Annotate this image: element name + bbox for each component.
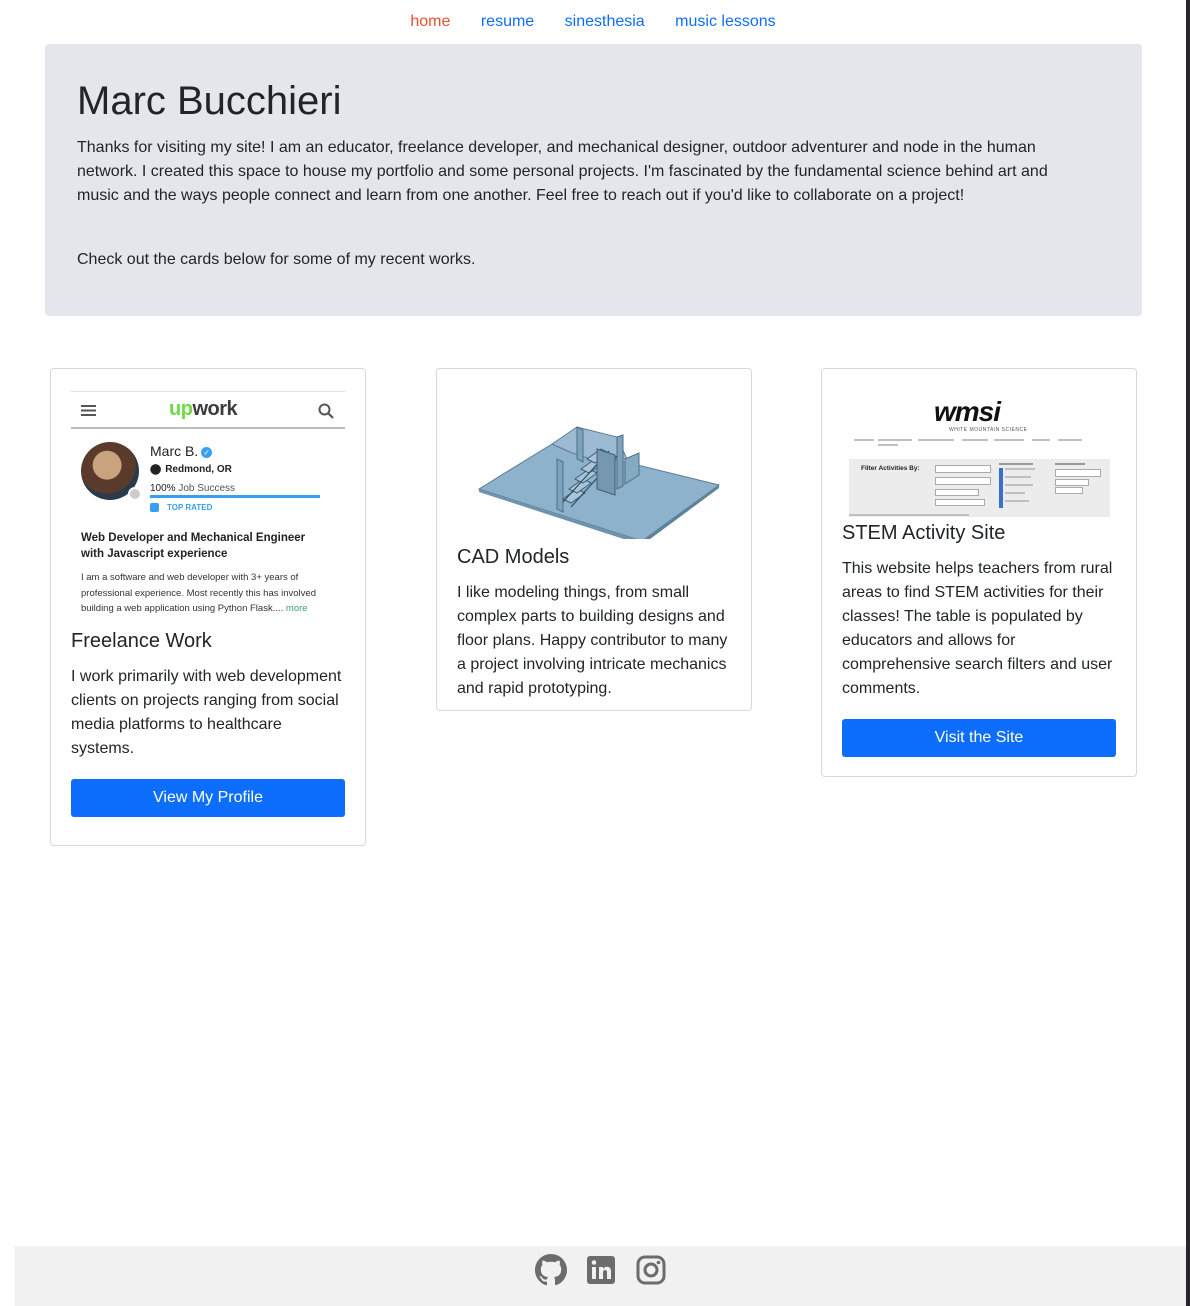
wmsi-filter-panel: Filter Activities By: <box>849 459 1110 517</box>
instagram-icon[interactable] <box>635 1254 667 1286</box>
upwork-headline: Web Developer and Mechanical Engineer wi… <box>81 532 306 560</box>
menu-icon <box>81 405 96 416</box>
linkedin-icon[interactable] <box>585 1254 617 1286</box>
card-title: STEM Activity Site <box>842 522 1006 544</box>
card-text: I work primarily with web development cl… <box>71 668 342 757</box>
badge-icon <box>150 503 159 513</box>
visit-site-button[interactable]: Visit the Site <box>842 719 1116 757</box>
upwork-logo: upwork <box>169 398 238 420</box>
hero-section: Marc Bucchieri Thanks for visiting my si… <box>45 44 1142 316</box>
verified-icon: ✓ <box>201 446 213 458</box>
wmsi-subtitle: WHITE MOUNTAIN SCIENCE <box>949 427 1028 433</box>
card-title: CAD Models <box>457 546 570 568</box>
card-cad-models: CAD Models I like modeling things, from … <box>436 368 752 711</box>
card-title: Freelance Work <box>71 630 212 652</box>
search-icon <box>318 403 334 419</box>
footer <box>15 1246 1186 1306</box>
upwork-job-success: 100% Job Success <box>150 483 236 494</box>
wmsi-logo: wmsi <box>934 396 1001 427</box>
cad-floorplan-icon <box>477 426 721 545</box>
card-freelance-work: upwork Marc B. ✓ ⬤ Redmond, OR 100% Job Su… <box>50 368 366 846</box>
card-text: I like modeling things, from small compl… <box>457 584 728 697</box>
upwork-location: ⬤ Redmond, OR <box>150 464 232 475</box>
github-icon[interactable] <box>534 1254 567 1286</box>
upwork-description: I am a software and web developer with 3… <box>81 572 316 614</box>
top-nav: home resume sinesthesia music lessons <box>0 12 1186 36</box>
upwork-profile-image: upwork Marc B. ✓ ⬤ Redmond, OR 100% Job Su… <box>71 389 345 629</box>
status-dot <box>128 487 142 501</box>
hero-cta-text: Check out the cards below for some of my… <box>77 251 476 268</box>
nav-link-music-lessons[interactable]: music lessons <box>675 12 775 32</box>
location-pin-icon: ⬤ <box>150 464 162 475</box>
upwork-name: Marc B. ✓ <box>150 443 213 459</box>
cad-model-image <box>457 389 731 545</box>
nav-link-sinesthesia[interactable]: sinesthesia <box>565 12 645 32</box>
card-stem-activity-site: wmsi WHITE MOUNTAIN SCIENCE Filter Activ… <box>821 368 1137 777</box>
wmsi-site-image: wmsi WHITE MOUNTAIN SCIENCE Filter Activ… <box>842 389 1110 517</box>
card-text: This website helps teachers from rural a… <box>842 560 1113 697</box>
hero-intro: Thanks for visiting my site! I am an edu… <box>77 139 1048 204</box>
top-rated-badge: TOP RATED <box>150 503 212 513</box>
window-edge <box>1186 0 1190 1306</box>
upwork-header-bar: upwork <box>71 391 345 429</box>
page-title: Marc Bucchieri <box>77 79 342 123</box>
view-profile-button[interactable]: View My Profile <box>71 779 345 817</box>
nav-link-home[interactable]: home <box>410 12 450 32</box>
wmsi-filter-label: Filter Activities By: <box>861 465 920 472</box>
job-success-bar <box>150 495 320 498</box>
nav-link-resume[interactable]: resume <box>481 12 534 32</box>
